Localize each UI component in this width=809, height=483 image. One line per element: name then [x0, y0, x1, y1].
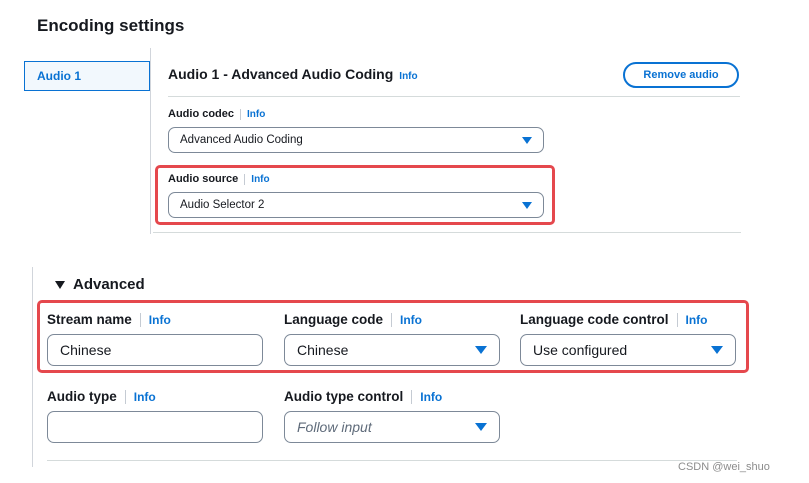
- expand-triangle-icon: [55, 280, 65, 289]
- language-code-select[interactable]: Chinese: [284, 334, 500, 366]
- tab-divider: [150, 48, 151, 234]
- audio-codec-select[interactable]: Advanced Audio Coding: [168, 127, 544, 153]
- panel-divider: [168, 96, 740, 97]
- language-code-control-label: Language code control: [520, 312, 669, 327]
- section-title: Encoding settings: [37, 16, 185, 35]
- panel-title: Audio 1 - Advanced Audio Coding Info: [168, 66, 418, 82]
- audio-type-input[interactable]: [47, 411, 263, 443]
- caret-down-icon: [711, 346, 723, 354]
- label-separator: [411, 389, 413, 404]
- language-code-label-row: Language code Info: [284, 312, 422, 327]
- audio-codec-value: Advanced Audio Coding: [180, 134, 303, 146]
- language-code-label: Language code: [284, 312, 384, 327]
- advanced-toggle[interactable]: Advanced: [55, 276, 145, 293]
- stream-name-value: Chinese: [60, 342, 112, 358]
- remove-audio-button[interactable]: Remove audio: [623, 62, 739, 88]
- audio-type-info-link[interactable]: Info: [134, 390, 156, 404]
- audio-source-value: Audio Selector 2: [180, 199, 265, 211]
- audio-source-info-link[interactable]: Info: [251, 174, 269, 185]
- audio-codec-label: Audio codec: [168, 108, 235, 120]
- panel-title-text: Audio 1 - Advanced Audio Coding: [168, 66, 394, 82]
- watermark: CSDN @wei_shuo: [678, 461, 770, 473]
- audio-codec-label-row: Audio codec Info: [168, 108, 265, 120]
- audio-type-control-info-link[interactable]: Info: [420, 390, 442, 404]
- caret-down-icon: [475, 346, 487, 354]
- audio-type-control-select[interactable]: Follow input: [284, 411, 500, 443]
- tab-label: Audio 1: [37, 69, 81, 83]
- language-code-value: Chinese: [297, 342, 349, 358]
- audio-type-label-row: Audio type Info: [47, 389, 156, 404]
- caret-down-icon: [522, 136, 532, 144]
- language-code-info-link[interactable]: Info: [400, 313, 422, 327]
- language-code-control-label-row: Language code control Info: [520, 312, 708, 327]
- stream-name-info-link[interactable]: Info: [149, 313, 171, 327]
- panel-info-link[interactable]: Info: [399, 71, 417, 82]
- stream-name-label: Stream name: [47, 312, 132, 327]
- audio-source-select[interactable]: Audio Selector 2: [168, 192, 544, 218]
- tab-audio-1[interactable]: Audio 1: [24, 61, 150, 91]
- audio-type-control-label-row: Audio type control Info: [284, 389, 442, 404]
- label-separator: [391, 312, 393, 327]
- audio-codec-info-link[interactable]: Info: [247, 109, 265, 120]
- section-divider: [153, 232, 741, 233]
- advanced-bottom-divider: [47, 460, 737, 461]
- audio-source-label: Audio source: [168, 173, 239, 185]
- audio-type-control-label: Audio type control: [284, 389, 404, 404]
- audio-type-control-value: Follow input: [297, 419, 372, 435]
- caret-down-icon: [522, 201, 532, 209]
- label-separator: [676, 312, 678, 327]
- label-separator: [244, 173, 246, 185]
- language-code-control-value: Use configured: [533, 342, 628, 358]
- label-separator: [124, 389, 126, 404]
- audio-type-label: Audio type: [47, 389, 117, 404]
- language-code-control-select[interactable]: Use configured: [520, 334, 736, 366]
- language-code-control-info-link[interactable]: Info: [686, 313, 708, 327]
- advanced-left-border: [32, 267, 33, 467]
- label-separator: [139, 312, 141, 327]
- label-separator: [240, 108, 242, 120]
- audio-source-label-row: Audio source Info: [168, 173, 270, 185]
- stream-name-input[interactable]: Chinese: [47, 334, 263, 366]
- stream-name-label-row: Stream name Info: [47, 312, 171, 327]
- advanced-title: Advanced: [73, 276, 145, 293]
- caret-down-icon: [475, 423, 487, 431]
